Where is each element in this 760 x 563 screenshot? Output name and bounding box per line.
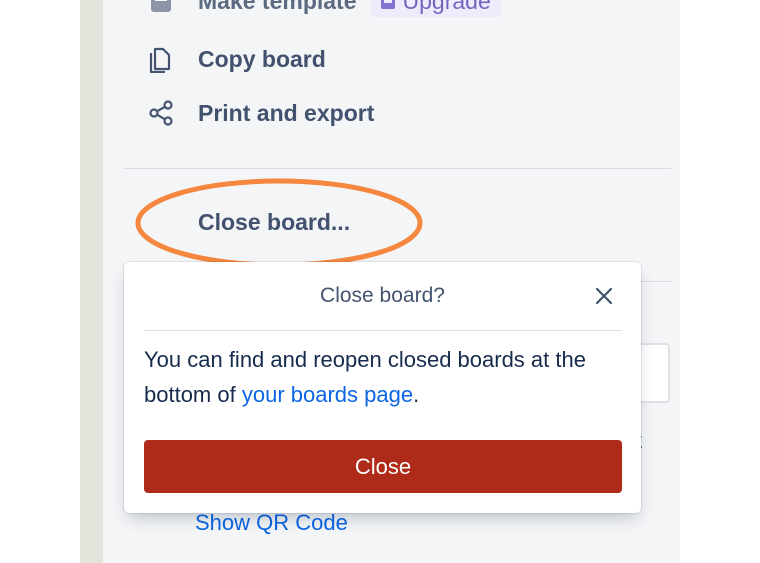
your-boards-page-link[interactable]: your boards page xyxy=(242,382,413,407)
template-icon xyxy=(146,0,176,17)
menu-divider xyxy=(124,168,671,169)
message-end: . xyxy=(413,382,420,407)
copy-icon xyxy=(146,44,176,74)
menu-item-copy-board[interactable]: Copy board xyxy=(146,44,326,74)
popover-divider xyxy=(144,330,622,331)
close-board-popover: Close board? You can find and reopen clo… xyxy=(124,262,641,513)
confirm-close-button[interactable]: Close xyxy=(144,440,622,493)
make-template-label: Make template xyxy=(198,0,357,14)
print-export-label: Print and export xyxy=(198,99,375,126)
copy-board-label: Copy board xyxy=(198,45,326,72)
upgrade-badge[interactable]: Upgrade xyxy=(370,0,501,17)
board-canvas-edge xyxy=(80,0,103,563)
hidden-input-field xyxy=(640,343,670,403)
popover-message: You can find and reopen closed boards at… xyxy=(144,342,624,412)
close-icon[interactable] xyxy=(592,284,616,308)
menu-divider-partial xyxy=(640,281,672,282)
upgrade-label: Upgrade xyxy=(402,0,491,14)
popover-title: Close board? xyxy=(320,284,445,307)
menu-item-print-export[interactable]: Print and export xyxy=(146,98,374,128)
menu-item-make-template[interactable]: Make template Upgrade xyxy=(146,0,501,17)
share-icon xyxy=(146,98,176,128)
show-qr-code-link[interactable]: Show QR Code xyxy=(195,510,348,536)
page-background xyxy=(680,0,760,563)
upgrade-icon xyxy=(379,0,397,11)
highlight-ellipse xyxy=(135,178,423,268)
